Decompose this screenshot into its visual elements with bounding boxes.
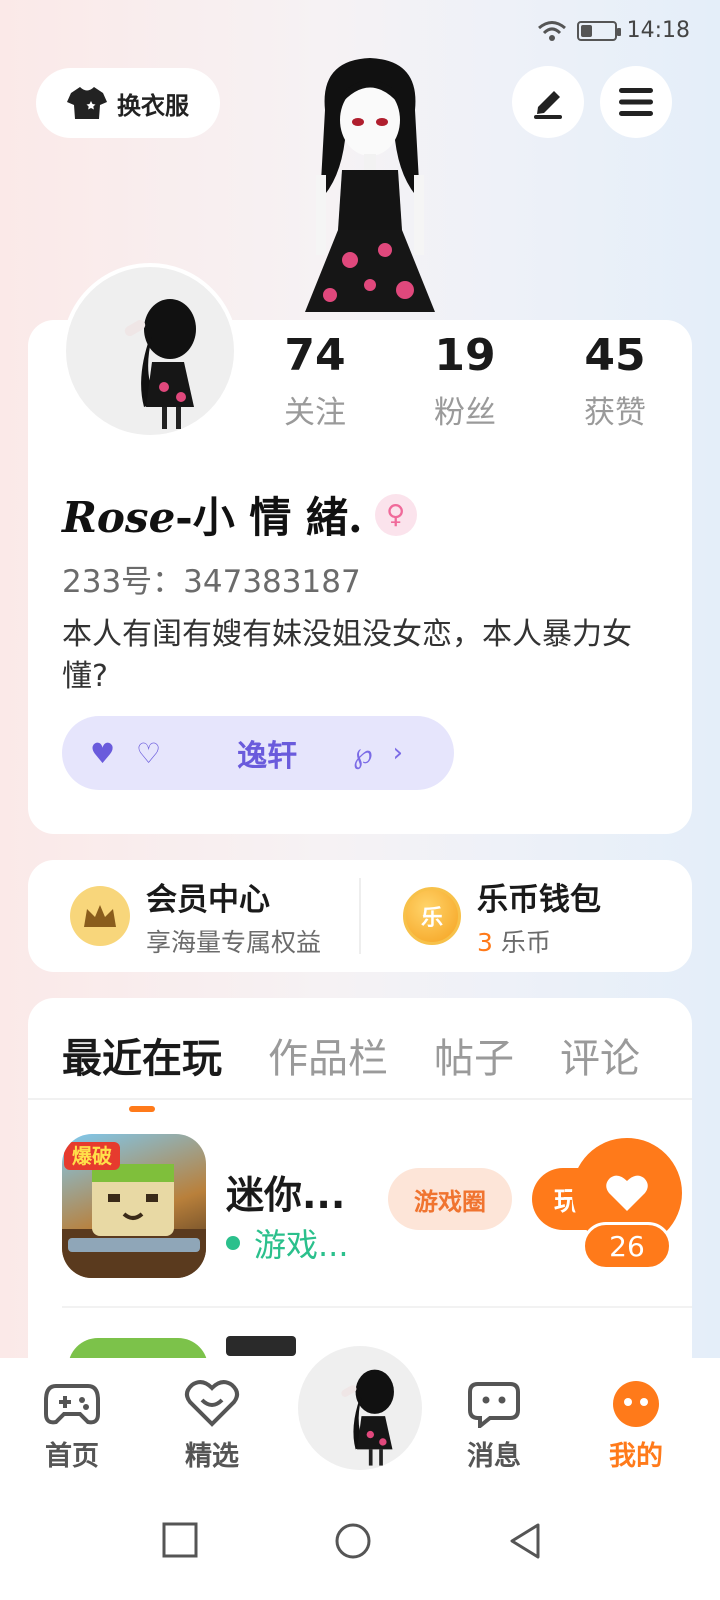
game-artwork: 爆破	[62, 1142, 206, 1278]
avatar-image	[124, 299, 196, 429]
character-avatar-illustration[interactable]	[290, 50, 450, 320]
user-bio: 本人有闺有嫂有妹没姐没女恋，本人暴力女懂?	[62, 617, 632, 694]
relation-badge-icon: ℘	[353, 736, 373, 770]
menu-button[interactable]	[600, 66, 672, 138]
avatar-image	[341, 1369, 394, 1466]
game-status-text: 游戏...	[254, 1226, 349, 1264]
wallet-unit: 乐币	[492, 927, 551, 957]
nav-home-label: 首页	[45, 1441, 99, 1472]
nav-messages[interactable]: 消息	[444, 1380, 544, 1473]
nav-home[interactable]: 首页	[22, 1380, 122, 1473]
username-rest: -小 情 緒.	[175, 493, 363, 542]
wallet-balance: 3 乐币	[477, 923, 601, 959]
user-id: 233号：347383187	[62, 564, 361, 600]
tab-comments[interactable]: 评论	[560, 1026, 640, 1084]
stat-fans[interactable]: 19 粉丝	[390, 330, 540, 432]
face-icon	[613, 1381, 659, 1427]
nav-me-label: 我的	[609, 1441, 663, 1472]
dress-up-label: 换衣服	[117, 91, 189, 120]
like-count: 26	[582, 1222, 672, 1270]
tab-recently-played[interactable]: 最近在玩	[62, 1026, 222, 1084]
divider	[28, 1098, 692, 1100]
pencil-icon	[534, 91, 562, 119]
clock: 14:18	[626, 18, 690, 43]
status-bar: 14:18	[537, 18, 690, 43]
divider	[62, 1306, 692, 1308]
stat-label: 粉丝	[434, 395, 496, 431]
chat-icon	[468, 1382, 520, 1428]
stat-value: 45	[584, 330, 646, 381]
member-subtitle: 享海量专属权益	[146, 927, 322, 957]
wallet-amount: 3	[477, 927, 493, 957]
edit-button[interactable]	[512, 66, 584, 138]
nav-featured[interactable]: 精选	[162, 1380, 262, 1473]
gamepad-icon	[44, 1384, 100, 1425]
game-icon[interactable]: 爆破	[62, 1134, 206, 1278]
hearts-icon: ♥ ♡	[90, 736, 168, 770]
game-banner: 爆破	[72, 1144, 112, 1168]
wifi-icon	[537, 20, 566, 41]
nav-me[interactable]: 我的	[586, 1380, 686, 1473]
stat-value: 74	[284, 330, 346, 381]
stat-label: 关注	[284, 395, 346, 431]
game-title	[226, 1336, 296, 1356]
stat-following[interactable]: 74 关注	[240, 330, 390, 432]
member-center[interactable]: 会员中心 享海量专属权益	[28, 874, 359, 959]
crown-icon	[70, 886, 130, 946]
stat-likes[interactable]: 45 获赞	[540, 330, 690, 432]
relationship-pill[interactable]: ♥ ♡ 逸轩 ℘ ›	[62, 716, 454, 790]
heart-icon	[606, 1175, 648, 1211]
game-status: 游戏...	[226, 1220, 349, 1266]
profile-tabs: 最近在玩 作品栏 帖子 评论	[62, 1026, 640, 1084]
home-circle-icon[interactable]	[334, 1522, 372, 1560]
stat-label: 获赞	[584, 395, 646, 431]
coin-icon: 乐	[403, 887, 461, 945]
back-triangle-icon[interactable]	[508, 1522, 542, 1560]
username-row: Rose-小 情 緒. ♀	[62, 484, 417, 545]
chevron-right-icon: ›	[392, 738, 404, 768]
recents-icon[interactable]	[162, 1522, 198, 1558]
battery-icon	[576, 20, 621, 41]
username: Rose-小 情 緒.	[62, 484, 363, 545]
username-script: Rose	[62, 493, 176, 542]
wallet-title: 乐币钱包	[477, 881, 601, 918]
heart-badge-icon	[185, 1380, 239, 1427]
hamburger-icon	[619, 88, 653, 116]
dress-up-button[interactable]: 换衣服	[36, 68, 220, 138]
profile-stats: 74 关注 19 粉丝 45 获赞	[240, 330, 690, 432]
stat-value: 19	[434, 330, 496, 381]
member-title: 会员中心	[146, 881, 270, 918]
wallet[interactable]: 乐 乐币钱包 3 乐币	[361, 874, 692, 959]
nav-featured-label: 精选	[185, 1441, 239, 1472]
shirt-icon	[67, 87, 107, 119]
game-circle-button[interactable]: 游戏圈	[388, 1168, 512, 1230]
partner-name: 逸轩	[237, 739, 298, 774]
nav-messages-label: 消息	[467, 1441, 521, 1472]
profile-avatar[interactable]	[62, 263, 238, 439]
online-dot-icon	[226, 1236, 240, 1250]
game-title: 迷你...	[226, 1173, 346, 1217]
center-avatar-button[interactable]	[298, 1346, 422, 1470]
tab-works[interactable]: 作品栏	[268, 1026, 388, 1084]
member-wallet-card: 会员中心 享海量专属权益 乐 乐币钱包 3 乐币	[28, 860, 692, 972]
female-gender-icon: ♀	[374, 493, 417, 536]
tab-posts[interactable]: 帖子	[434, 1026, 514, 1084]
